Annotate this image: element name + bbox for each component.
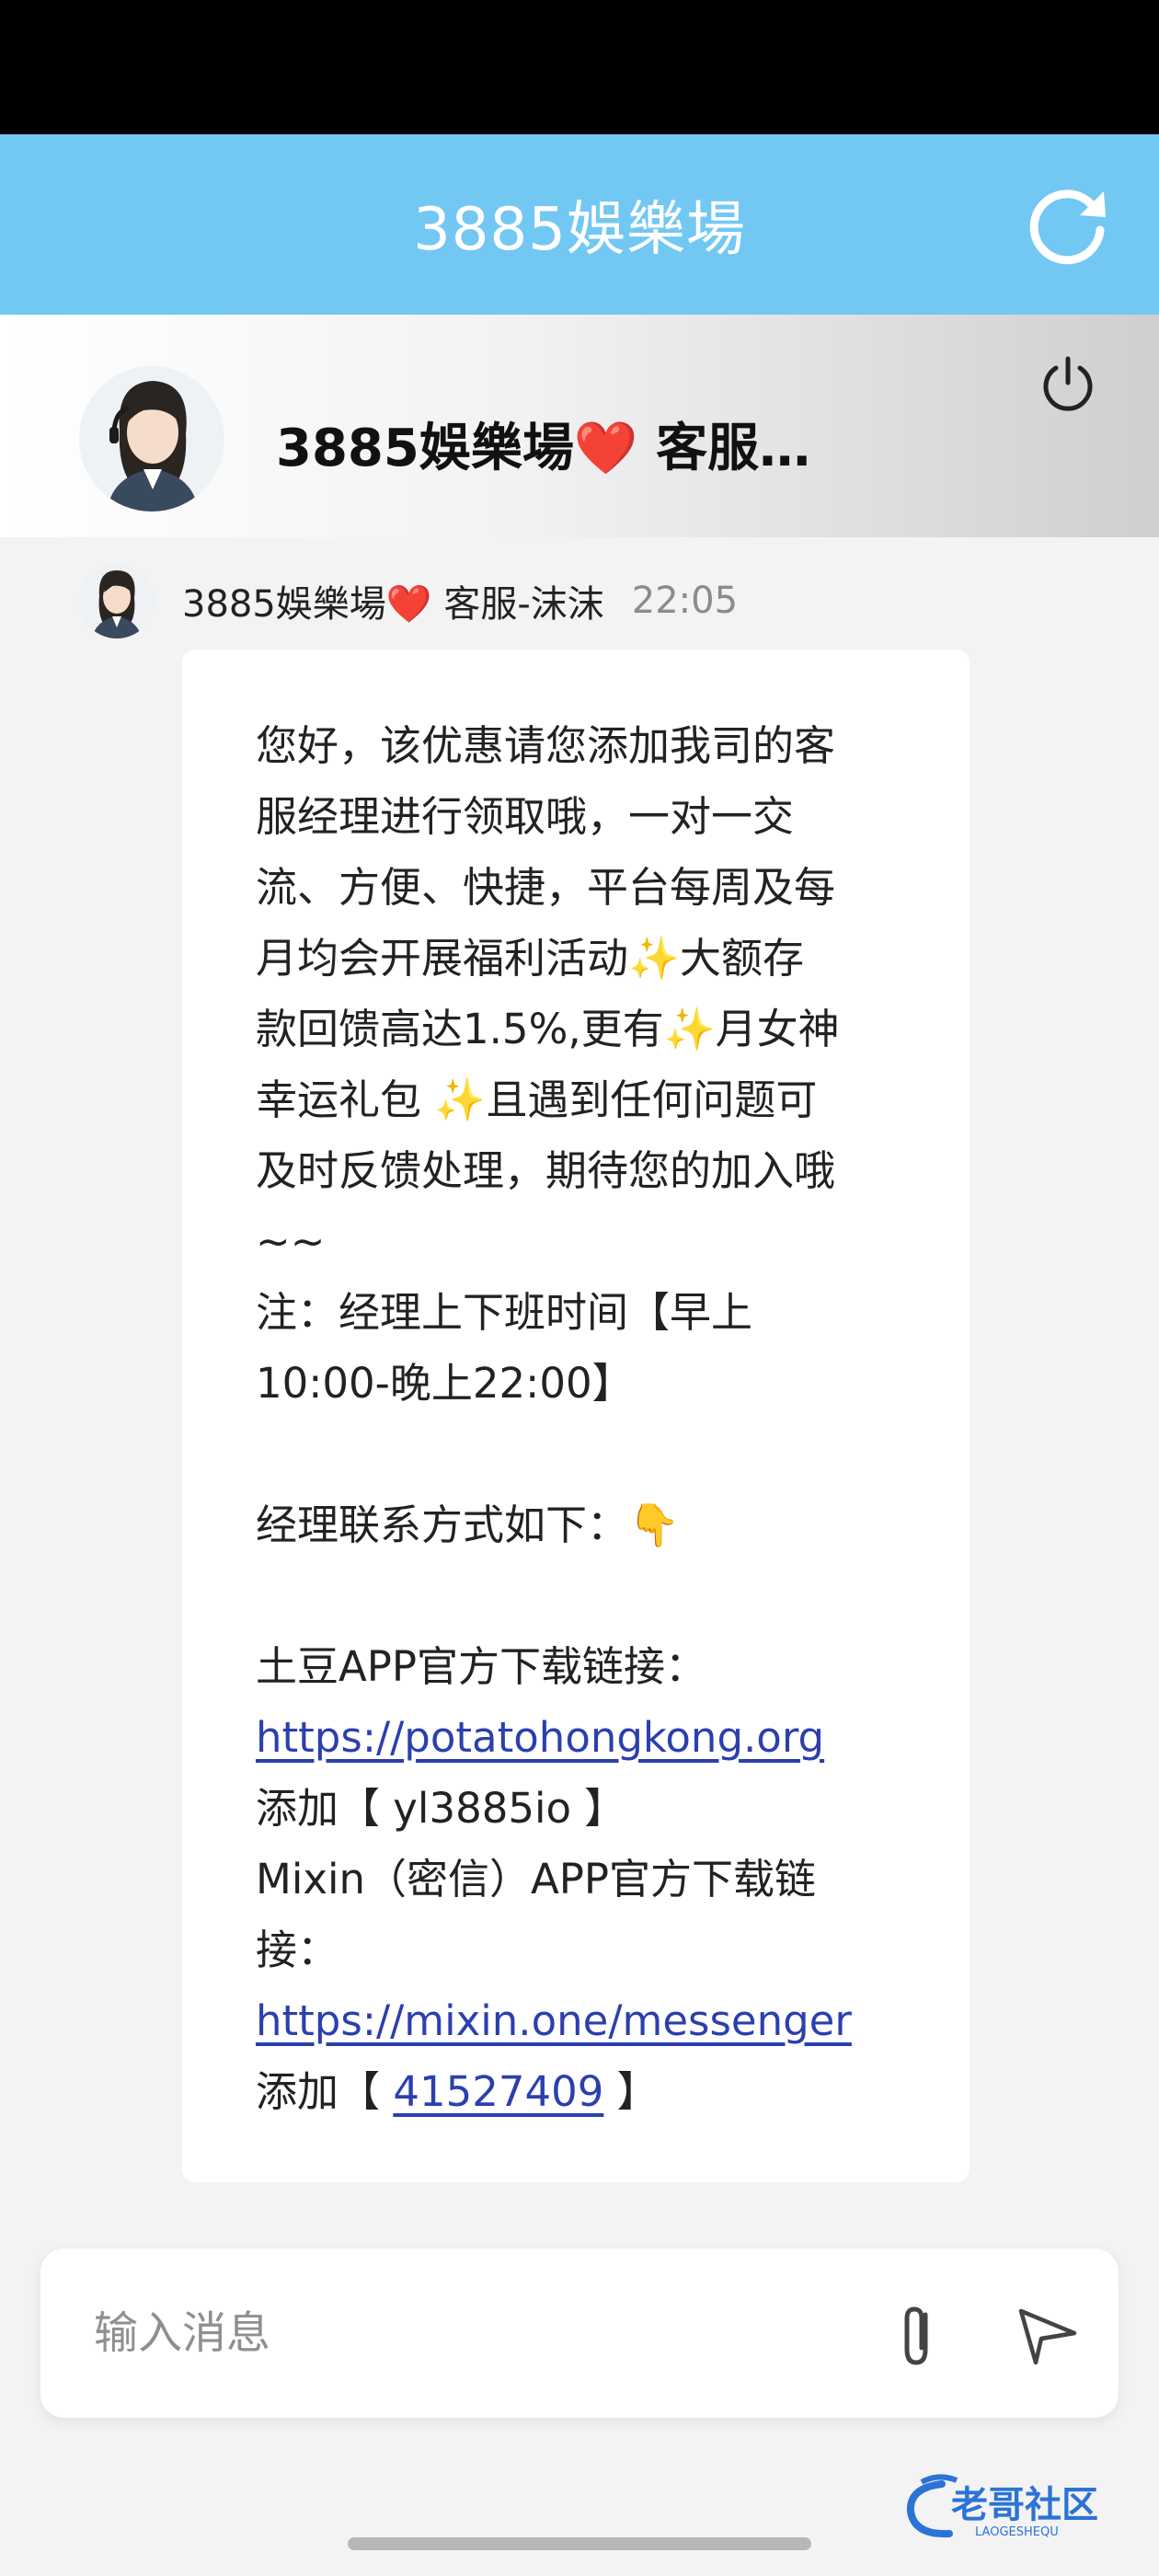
mixin-id-link[interactable]: 41527409	[393, 2067, 603, 2116]
sender-name: 3885娛樂場❤️ 客服-沫沫	[182, 583, 604, 626]
message-line: 流、方便、快捷，平台每周及每	[256, 863, 836, 912]
add-suffix: 】	[603, 2067, 659, 2116]
message-line: Mixin（密信）APP官方下载链	[256, 1855, 817, 1903]
potato-download-link[interactable]: https://potatohongkong.org	[256, 1713, 824, 1762]
power-icon[interactable]	[1036, 351, 1100, 416]
watermark-subtext: LAOGESHEQU	[975, 2525, 1059, 2539]
message-header: 3885娛樂場❤️ 客服-沫沫 22:05	[79, 559, 738, 642]
message-line: 经理联系方式如下：👇	[256, 1501, 681, 1549]
agent-name: 3885娛樂場❤️ 客服…	[276, 419, 811, 478]
message-line: 添加【 yl3885io 】	[256, 1784, 626, 1833]
sender-avatar[interactable]	[79, 563, 155, 638]
message-line: 款回馈高达1.5%,更有✨月女神	[256, 1005, 840, 1053]
message-time: 22:05	[631, 580, 739, 622]
message-input[interactable]	[94, 2294, 848, 2372]
message-line: 及时反馈处理，期待您的加入哦	[256, 1146, 836, 1195]
message-line: 服经理进行领取哦，一对一交	[256, 792, 795, 841]
add-prefix: 添加【	[256, 2067, 394, 2116]
message-line: 接：	[256, 1926, 339, 1974]
mixin-id-line: 添加【 41527409 】	[256, 2056, 905, 2127]
refresh-icon[interactable]	[1021, 178, 1113, 270]
message-input-bar	[40, 2248, 1119, 2418]
status-bar	[0, 0, 1159, 134]
watermark-text: 老哥社区	[951, 2484, 1098, 2526]
message-line: 10:00-晚上22:00】	[256, 1359, 634, 1408]
home-indicator[interactable]	[348, 2537, 811, 2550]
app-title: 3885娛樂場	[413, 196, 746, 264]
message-line: 注：经理上下班时间【早上	[256, 1288, 753, 1337]
mixin-download-link[interactable]: https://mixin.one/messenger	[256, 1996, 852, 2045]
message-line: ~~	[256, 1217, 326, 1266]
message-bubble: 您好，该优惠请您添加我司的客 服经理进行领取哦，一对一交 流、方便、快捷，平台每…	[182, 650, 970, 2182]
watermark-logo: 老哥社区 LAOGESHEQU	[906, 2474, 1098, 2539]
agent-bar: 3885娛樂場❤️ 客服…	[0, 315, 1159, 537]
message-line: 月均会开展福利活动✨大额存	[256, 934, 805, 983]
agent-avatar[interactable]	[79, 366, 224, 512]
send-icon[interactable]	[1008, 2294, 1085, 2372]
attach-icon[interactable]	[879, 2294, 957, 2372]
message-line: 幸运礼包 ✨且遇到任何问题可	[256, 1075, 818, 1124]
message-line: 您好，该优惠请您添加我司的客	[256, 721, 836, 770]
app-header: 3885娛樂場	[0, 134, 1159, 315]
message-line: 土豆APP官方下载链接：	[256, 1642, 707, 1691]
